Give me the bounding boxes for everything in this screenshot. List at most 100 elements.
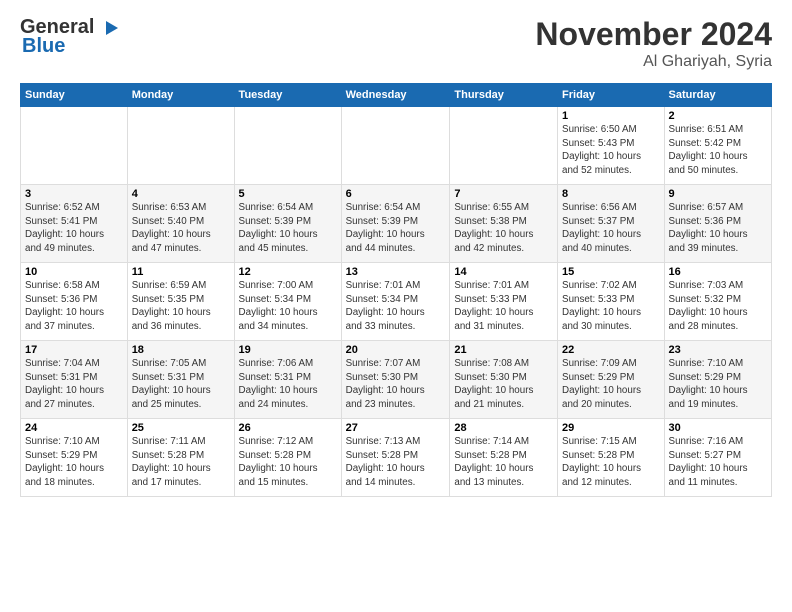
logo-icon [98, 17, 120, 39]
calendar-cell: 26Sunrise: 7:12 AM Sunset: 5:28 PM Dayli… [234, 419, 341, 497]
calendar-cell: 12 Sunrise: 7:00 AM Sunset: 5:34 PM Dayli… [234, 263, 341, 341]
day-number: 2 [669, 110, 767, 122]
day-number: 6 [346, 188, 446, 200]
day-number: 14 [454, 266, 553, 278]
day-info: Sunrise: 7:14 AM Sunset: 5:28 PM Dayligh… [454, 436, 533, 488]
day-info: Sunrise: 7:01 AM Sunset: 5:34 PM Dayligh… [346, 280, 425, 332]
calendar-cell: 22Sunrise: 7:09 AM Sunset: 5:29 PM Dayli… [558, 341, 665, 419]
day-number: 21 [454, 344, 553, 356]
day-number: 9 [669, 188, 767, 200]
weekday-header-monday: Monday [127, 84, 234, 107]
calendar-cell: 15 Sunrise: 7:02 AM Sunset: 5:33 PM Dayli… [558, 263, 665, 341]
day-info: Sunrise: 6:56 AM Sunset: 5:37 PM Dayligh… [562, 202, 641, 254]
calendar-cell [21, 107, 128, 185]
calendar-cell: 11 Sunrise: 6:59 AM Sunset: 5:35 PM Dayli… [127, 263, 234, 341]
calendar-cell: 7 Sunrise: 6:55 AM Sunset: 5:38 PM Daylig… [450, 185, 558, 263]
calendar-cell: 25 Sunrise: 7:11 AM Sunset: 5:28 PM Dayli… [127, 419, 234, 497]
day-number: 28 [454, 422, 553, 434]
calendar-cell: 4 Sunrise: 6:53 AM Sunset: 5:40 PM Daylig… [127, 185, 234, 263]
week-row-4: 24 Sunrise: 7:10 AM Sunset: 5:29 PM Dayli… [21, 419, 772, 497]
day-info: Sunrise: 7:06 AM Sunset: 5:31 PM Dayligh… [239, 358, 318, 410]
day-info: Sunrise: 7:08 AM Sunset: 5:30 PM Dayligh… [454, 358, 533, 410]
day-number: 29 [562, 422, 660, 434]
day-number: 17 [25, 344, 123, 356]
week-row-1: 3 Sunrise: 6:52 AM Sunset: 5:41 PM Daylig… [21, 185, 772, 263]
calendar-cell: 30Sunrise: 7:16 AM Sunset: 5:27 PM Dayli… [664, 419, 771, 497]
week-row-0: 1 Sunrise: 6:50 AM Sunset: 5:43 PM Daylig… [21, 107, 772, 185]
day-info: Sunrise: 7:07 AM Sunset: 5:30 PM Dayligh… [346, 358, 425, 410]
day-number: 26 [239, 422, 337, 434]
calendar-cell: 27Sunrise: 7:13 AM Sunset: 5:28 PM Dayli… [341, 419, 450, 497]
calendar-cell: 13 Sunrise: 7:01 AM Sunset: 5:34 PM Dayli… [341, 263, 450, 341]
day-number: 18 [132, 344, 230, 356]
logo: General Blue [20, 16, 120, 58]
calendar-cell [450, 107, 558, 185]
day-number: 25 [132, 422, 230, 434]
day-number: 24 [25, 422, 123, 434]
title-block: November 2024 Al Ghariyah, Syria [535, 16, 772, 71]
day-info: Sunrise: 6:50 AM Sunset: 5:43 PM Dayligh… [562, 124, 641, 176]
day-number: 8 [562, 188, 660, 200]
day-number: 19 [239, 344, 337, 356]
day-number: 5 [239, 188, 337, 200]
weekday-header-thursday: Thursday [450, 84, 558, 107]
calendar-cell: 23 Sunrise: 7:10 AM Sunset: 5:29 PM Dayli… [664, 341, 771, 419]
weekday-header-wednesday: Wednesday [341, 84, 450, 107]
day-info: Sunrise: 7:10 AM Sunset: 5:29 PM Dayligh… [25, 436, 104, 488]
day-info: Sunrise: 6:53 AM Sunset: 5:40 PM Dayligh… [132, 202, 211, 254]
calendar-cell: 19 Sunrise: 7:06 AM Sunset: 5:31 PM Dayli… [234, 341, 341, 419]
calendar-cell: 24 Sunrise: 7:10 AM Sunset: 5:29 PM Dayli… [21, 419, 128, 497]
day-number: 16 [669, 266, 767, 278]
calendar-cell: 28 Sunrise: 7:14 AM Sunset: 5:28 PM Dayli… [450, 419, 558, 497]
calendar-cell [234, 107, 341, 185]
week-row-2: 10 Sunrise: 6:58 AM Sunset: 5:36 PM Dayli… [21, 263, 772, 341]
day-info: Sunrise: 7:00 AM Sunset: 5:34 PM Dayligh… [239, 280, 318, 332]
weekday-header-row: SundayMondayTuesdayWednesdayThursdayFrid… [21, 84, 772, 107]
day-info: Sunrise: 7:04 AM Sunset: 5:31 PM Dayligh… [25, 358, 104, 410]
day-number: 23 [669, 344, 767, 356]
calendar-cell: 21 Sunrise: 7:08 AM Sunset: 5:30 PM Dayli… [450, 341, 558, 419]
day-info: Sunrise: 6:51 AM Sunset: 5:42 PM Dayligh… [669, 124, 748, 176]
calendar-table: SundayMondayTuesdayWednesdayThursdayFrid… [20, 83, 772, 497]
day-number: 15 [562, 266, 660, 278]
day-info: Sunrise: 6:57 AM Sunset: 5:36 PM Dayligh… [669, 202, 748, 254]
day-number: 13 [346, 266, 446, 278]
day-info: Sunrise: 6:54 AM Sunset: 5:39 PM Dayligh… [346, 202, 425, 254]
day-info: Sunrise: 6:55 AM Sunset: 5:38 PM Dayligh… [454, 202, 533, 254]
calendar-cell: 14Sunrise: 7:01 AM Sunset: 5:33 PM Dayli… [450, 263, 558, 341]
calendar-cell: 6 Sunrise: 6:54 AM Sunset: 5:39 PM Daylig… [341, 185, 450, 263]
weekday-header-saturday: Saturday [664, 84, 771, 107]
day-info: Sunrise: 7:05 AM Sunset: 5:31 PM Dayligh… [132, 358, 211, 410]
day-info: Sunrise: 7:15 AM Sunset: 5:28 PM Dayligh… [562, 436, 641, 488]
day-info: Sunrise: 6:59 AM Sunset: 5:35 PM Dayligh… [132, 280, 211, 332]
calendar-cell: 5Sunrise: 6:54 AM Sunset: 5:39 PM Daylig… [234, 185, 341, 263]
page: General Blue November 2024 Al Ghariyah, … [0, 0, 792, 507]
day-number: 10 [25, 266, 123, 278]
day-info: Sunrise: 6:52 AM Sunset: 5:41 PM Dayligh… [25, 202, 104, 254]
calendar-cell: 2 Sunrise: 6:51 AM Sunset: 5:42 PM Daylig… [664, 107, 771, 185]
day-number: 20 [346, 344, 446, 356]
calendar-cell: 1 Sunrise: 6:50 AM Sunset: 5:43 PM Daylig… [558, 107, 665, 185]
day-info: Sunrise: 7:02 AM Sunset: 5:33 PM Dayligh… [562, 280, 641, 332]
month-title: November 2024 [535, 16, 772, 53]
day-number: 11 [132, 266, 230, 278]
day-number: 22 [562, 344, 660, 356]
calendar-cell: 17 Sunrise: 7:04 AM Sunset: 5:31 PM Dayli… [21, 341, 128, 419]
calendar-cell: 10 Sunrise: 6:58 AM Sunset: 5:36 PM Dayli… [21, 263, 128, 341]
calendar-cell: 29 Sunrise: 7:15 AM Sunset: 5:28 PM Dayli… [558, 419, 665, 497]
day-number: 3 [25, 188, 123, 200]
day-info: Sunrise: 7:11 AM Sunset: 5:28 PM Dayligh… [132, 436, 211, 488]
weekday-header-friday: Friday [558, 84, 665, 107]
day-number: 1 [562, 110, 660, 122]
weekday-header-tuesday: Tuesday [234, 84, 341, 107]
day-number: 12 [239, 266, 337, 278]
day-number: 7 [454, 188, 553, 200]
calendar-cell: 3 Sunrise: 6:52 AM Sunset: 5:41 PM Daylig… [21, 185, 128, 263]
calendar-cell: 16Sunrise: 7:03 AM Sunset: 5:32 PM Dayli… [664, 263, 771, 341]
weekday-header-sunday: Sunday [21, 84, 128, 107]
day-info: Sunrise: 7:10 AM Sunset: 5:29 PM Dayligh… [669, 358, 748, 410]
day-number: 4 [132, 188, 230, 200]
day-info: Sunrise: 6:58 AM Sunset: 5:36 PM Dayligh… [25, 280, 104, 332]
calendar-cell: 9 Sunrise: 6:57 AM Sunset: 5:36 PM Daylig… [664, 185, 771, 263]
day-info: Sunrise: 7:16 AM Sunset: 5:27 PM Dayligh… [669, 436, 748, 488]
